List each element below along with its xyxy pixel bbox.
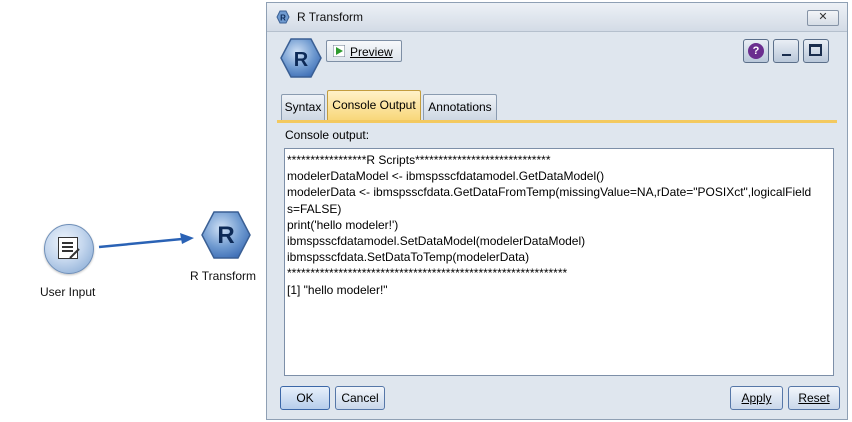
preview-label: Preview	[350, 45, 393, 59]
r-transform-dialog: R R Transform ✕ R Preview ? Syntax Conso…	[266, 2, 848, 420]
dialog-title: R Transform	[297, 10, 364, 24]
close-button[interactable]: ✕	[807, 10, 839, 26]
svg-text:R: R	[280, 14, 286, 23]
help-icon: ?	[748, 43, 764, 59]
play-icon	[333, 45, 345, 57]
user-input-label: User Input	[40, 285, 96, 299]
console-line: modelerData <- ibmspsscfdata.GetDataFrom…	[287, 185, 812, 200]
console-output-label: Console output:	[285, 128, 370, 142]
r-transform-label: R Transform	[190, 269, 257, 283]
r-hexagon-icon: R	[280, 38, 322, 78]
console-line: [1] "hello modeler!"	[287, 282, 388, 297]
tab-syntax[interactable]: Syntax	[281, 94, 325, 120]
dialog-titlebar[interactable]: R R Transform ✕	[267, 3, 847, 32]
r-hexagon-small-icon: R	[276, 10, 290, 24]
console-line: print('hello modeler!')	[287, 217, 399, 232]
console-output-text[interactable]: *****************R Scripts**************…	[284, 148, 834, 376]
minimize-icon	[782, 54, 791, 56]
svg-text:R: R	[294, 49, 309, 71]
console-line: *****************R Scripts**************…	[287, 153, 551, 167]
document-edit-icon	[44, 224, 94, 274]
maximize-icon	[809, 44, 822, 56]
svg-text:R: R	[217, 222, 234, 249]
tab-strip	[277, 120, 837, 123]
tab-console-output[interactable]: Console Output	[327, 90, 421, 120]
r-hexagon-icon: R	[201, 211, 251, 259]
reset-button[interactable]: Reset	[788, 386, 840, 410]
help-button[interactable]: ?	[743, 39, 769, 63]
tab-annotations[interactable]: Annotations	[423, 94, 497, 120]
console-line: s=FALSE)	[287, 201, 342, 216]
console-line: ****************************************…	[287, 266, 568, 281]
maximize-button[interactable]	[803, 39, 829, 63]
console-line: ibmspsscfdatamodel.SetDataModel(modelerD…	[287, 234, 586, 249]
console-line: ibmspsscfdata.SetDataToTemp(modelerData)	[287, 250, 530, 265]
minimize-button[interactable]	[773, 39, 799, 63]
cancel-button[interactable]: Cancel	[335, 386, 385, 410]
preview-button[interactable]: Preview	[326, 40, 402, 62]
ok-button[interactable]: OK	[280, 386, 330, 410]
console-line: modelerDataModel <- ibmspsscfdatamodel.G…	[287, 169, 605, 184]
apply-button[interactable]: Apply	[730, 386, 783, 410]
